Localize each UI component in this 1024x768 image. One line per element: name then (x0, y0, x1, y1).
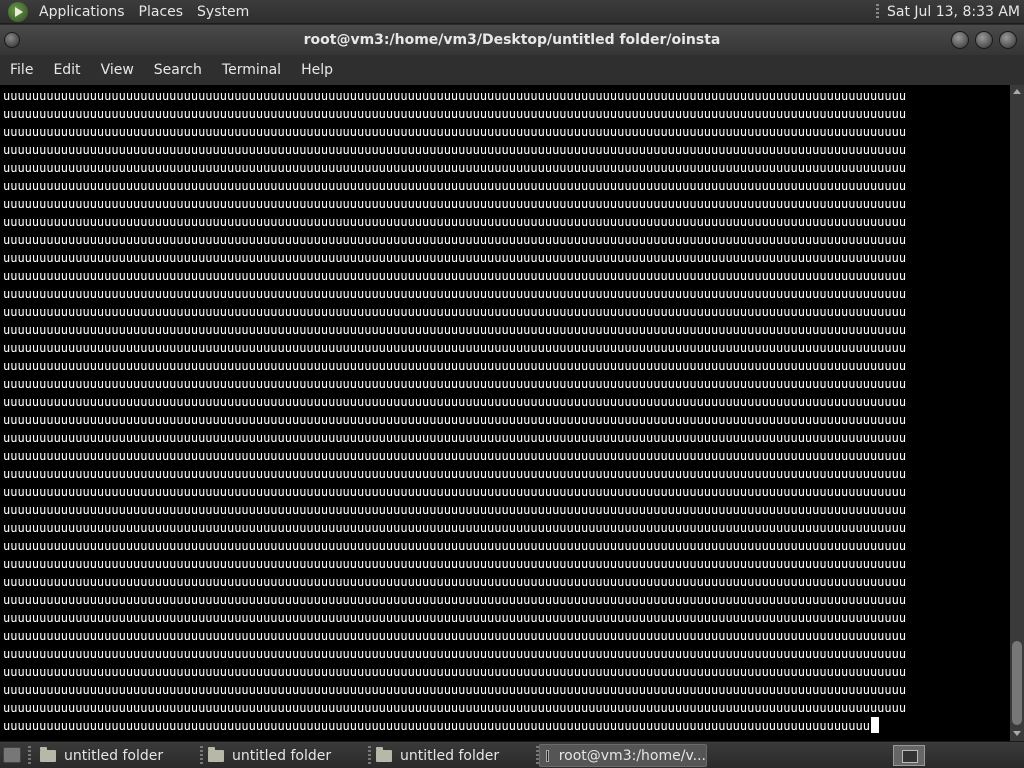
scrollbar-thumb[interactable] (1012, 641, 1022, 725)
window-titlebar[interactable]: root@vm3:/home/vm3/Desktop/untitled fold… (0, 25, 1024, 55)
panel-separator (875, 3, 879, 20)
task-untitled-folder-1[interactable]: untitled folder (34, 744, 198, 767)
terminal-cursor (870, 717, 879, 733)
places-menu[interactable]: Places (132, 0, 191, 24)
task-label: untitled folder (400, 747, 500, 764)
maximize-button[interactable] (975, 31, 993, 49)
folder-icon (208, 746, 224, 762)
show-desktop-icon[interactable] (3, 747, 21, 763)
task-untitled-folder-3[interactable]: untitled folder (370, 744, 534, 767)
task-untitled-folder-2[interactable]: untitled folder (202, 744, 366, 767)
close-button[interactable] (999, 31, 1017, 49)
menu-view[interactable]: View (91, 55, 144, 85)
menu-help[interactable]: Help (291, 55, 343, 85)
terminal-lines: uuuuuuuuuuuuuuuuuuuuuuuuuuuuuuuuuuuuuuuu… (3, 89, 907, 733)
menubar: File Edit View Search Terminal Help (0, 55, 1024, 85)
taskbar-separator (28, 746, 31, 765)
menu-edit[interactable]: Edit (43, 55, 90, 85)
task-label: untitled folder (232, 747, 332, 764)
clock[interactable]: Sat Jul 13, 8:33 AM (887, 4, 1020, 20)
applications-menu[interactable]: Applications (32, 0, 132, 24)
task-label: root@vm3:/home/v... (558, 747, 706, 764)
clock-area: Sat Jul 13, 8:33 AM (875, 3, 1024, 20)
applications-logo-icon[interactable] (8, 1, 28, 22)
bottom-panel: untitled folder untitled folder untitled… (0, 741, 1024, 768)
window-title: root@vm3:/home/vm3/Desktop/untitled fold… (303, 32, 721, 48)
system-menu[interactable]: System (190, 0, 256, 24)
task-terminal[interactable]: root@vm3:/home/v... (539, 744, 707, 767)
task-label: untitled folder (64, 747, 164, 764)
scroll-up-arrow-icon[interactable] (1010, 85, 1024, 99)
folder-icon (40, 746, 56, 762)
menu-search[interactable]: Search (144, 55, 212, 85)
terminal-scrollbar[interactable] (1010, 85, 1024, 741)
scroll-down-arrow-icon[interactable] (1010, 727, 1024, 741)
terminal-output[interactable]: uuuuuuuuuuuuuuuuuuuuuuuuuuuuuuuuuuuuuuuu… (0, 85, 1010, 741)
workspace-switcher-icon[interactable] (893, 745, 925, 766)
terminal-icon (546, 749, 549, 762)
folder-icon (376, 746, 392, 762)
menu-terminal[interactable]: Terminal (212, 55, 291, 85)
menu-file[interactable]: File (0, 55, 43, 85)
terminal-text: uuuuuuuuuuuuuuuuuuuuuuuuuuuuuuuuuuuuuuuu… (3, 87, 906, 735)
top-panel: Applications Places System Sat Jul 13, 8… (0, 0, 1024, 24)
minimize-button[interactable] (951, 31, 969, 49)
